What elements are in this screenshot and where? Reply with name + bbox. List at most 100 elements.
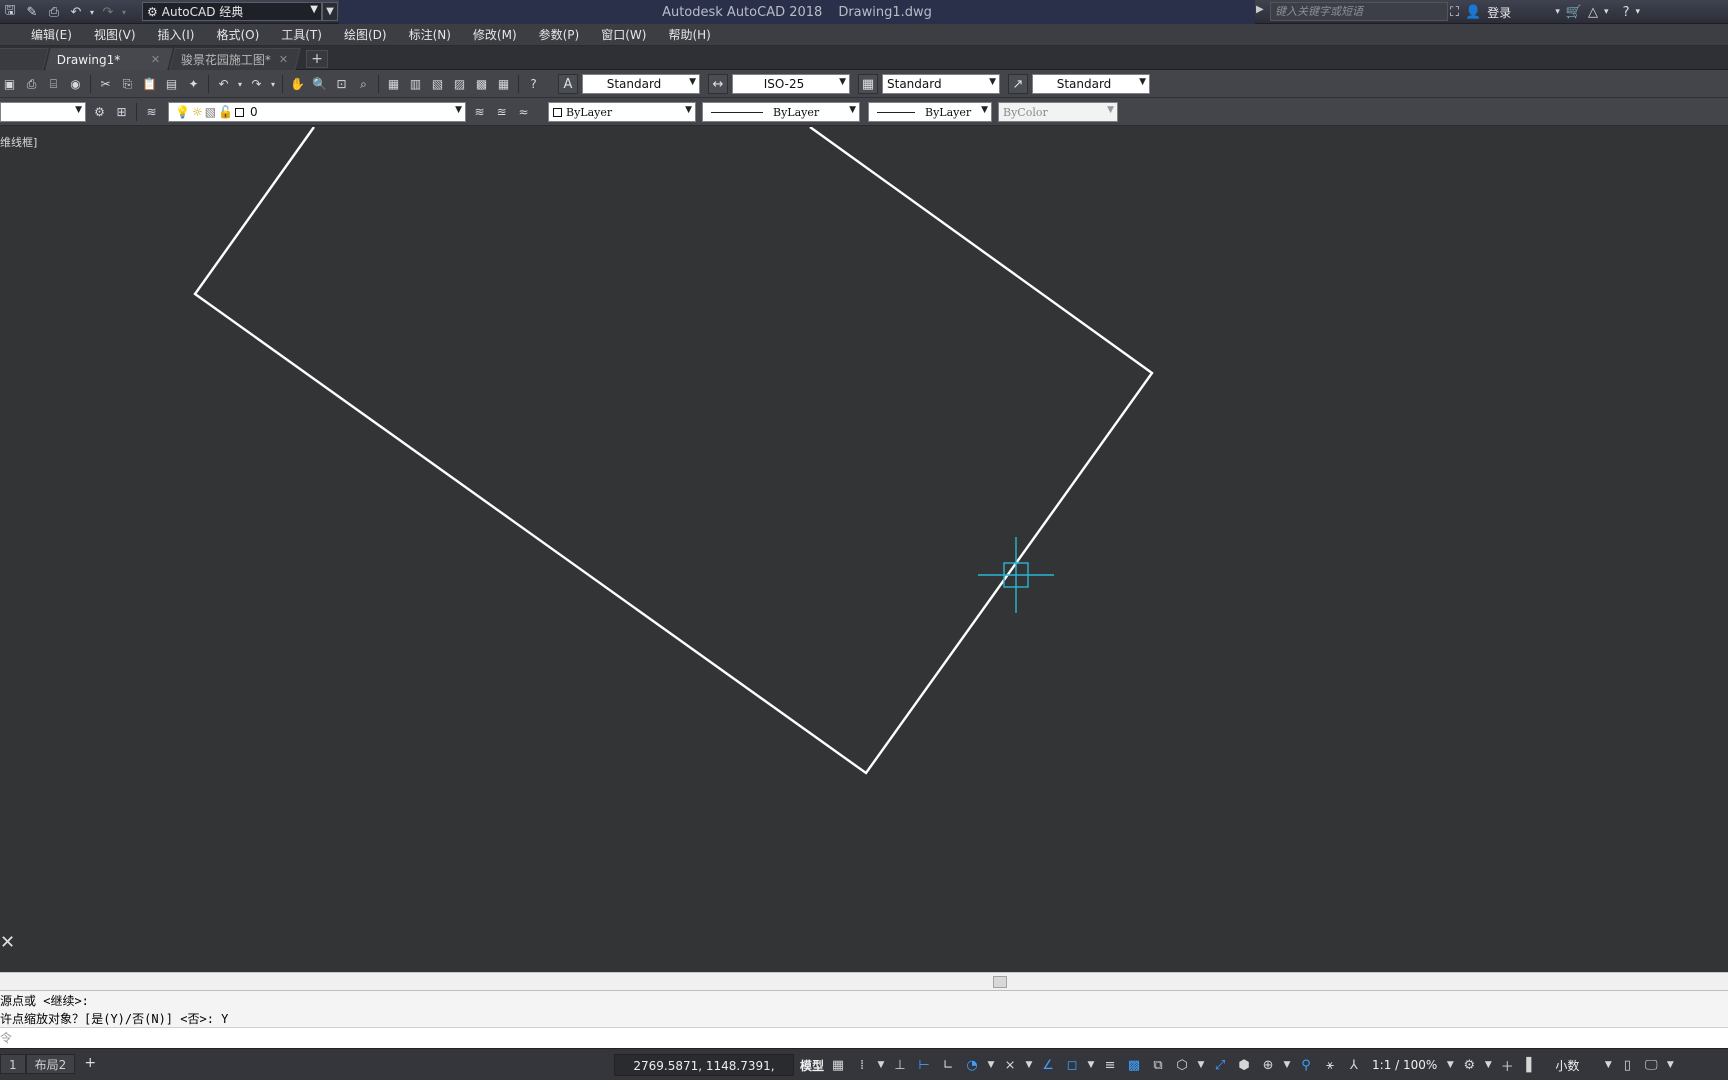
undo-dropdown-icon[interactable]: ▾ bbox=[88, 3, 96, 21]
tab-garden-drawing[interactable]: 骏景花园施工图* ✕ bbox=[169, 48, 301, 70]
osnap-dropdown-icon[interactable]: ▼ bbox=[1086, 1060, 1096, 1070]
dynamic-ucs-icon[interactable]: ⤢ bbox=[1210, 1058, 1230, 1073]
add-layout-button[interactable]: + bbox=[79, 1054, 101, 1074]
selection-filter-icon[interactable]: ⬢ bbox=[1234, 1058, 1254, 1073]
copy-icon[interactable]: ⎘ bbox=[118, 75, 137, 94]
selection-cycling-icon[interactable]: ⧉ bbox=[1148, 1058, 1168, 1073]
annotation-monitor-icon[interactable]: ＋ bbox=[1497, 1056, 1517, 1075]
workspace-select[interactable]: ⚙ AutoCAD 经典 ▼ bbox=[142, 2, 322, 21]
auto-scale-icon[interactable]: ⚹ bbox=[1320, 1058, 1340, 1073]
object-snap-icon[interactable]: ◻ bbox=[1062, 1058, 1082, 1073]
customize-qat-button[interactable]: ▼ bbox=[322, 2, 338, 21]
layer-state-icon[interactable]: ≈ bbox=[514, 103, 533, 122]
menu-draw[interactable]: 绘图(D) bbox=[333, 24, 398, 46]
dropdown-icon-2[interactable]: ▾ bbox=[1604, 7, 1609, 17]
binoculars-icon[interactable]: ⛶ bbox=[1450, 5, 1459, 20]
isometric-icon[interactable]: ⨯ bbox=[1000, 1058, 1020, 1073]
redo-dropdown-icon[interactable]: ▾ bbox=[269, 75, 277, 94]
lineweight-select[interactable]: ByLayer ▼ bbox=[868, 102, 992, 122]
snap-dropdown-icon[interactable]: ▼ bbox=[876, 1060, 886, 1070]
block-editor-icon[interactable]: ✦ bbox=[184, 75, 203, 94]
annotation-scale-icon[interactable]: ⅄ bbox=[1344, 1058, 1364, 1073]
quick-properties-icon[interactable]: ▯ bbox=[1617, 1058, 1637, 1073]
layer-properties-icon[interactable]: ≋ bbox=[142, 103, 161, 122]
drawing-canvas[interactable] bbox=[0, 127, 1728, 971]
object-snap-tracking-icon[interactable]: ∠ bbox=[1038, 1058, 1058, 1073]
annotation-scale-value[interactable]: 1:1 / 100% bbox=[1372, 1058, 1437, 1072]
scale-dropdown-icon[interactable]: ▼ bbox=[1445, 1060, 1455, 1070]
design-center-icon[interactable]: ▥ bbox=[406, 75, 425, 94]
calculator-icon[interactable]: ▦ bbox=[494, 75, 513, 94]
save-icon[interactable]: ▣ bbox=[0, 75, 19, 94]
redo-icon[interactable]: ↷ bbox=[98, 3, 118, 21]
cut-icon[interactable]: ✂ bbox=[96, 75, 115, 94]
command-input[interactable]: 令 bbox=[0, 1027, 1728, 1048]
match-properties-icon[interactable]: ▤ bbox=[162, 75, 181, 94]
menu-modify[interactable]: 修改(M) bbox=[462, 24, 528, 46]
linetype-select[interactable]: ByLayer ▼ bbox=[702, 102, 860, 122]
new-tab-button[interactable]: + bbox=[306, 50, 328, 68]
menu-format[interactable]: 格式(O) bbox=[205, 24, 270, 46]
3d-osnap-dropdown-icon[interactable]: ▼ bbox=[1196, 1060, 1206, 1070]
mleader-style-select[interactable]: Standard ▼ bbox=[1032, 74, 1150, 94]
undo-icon[interactable]: ↶ bbox=[214, 75, 233, 94]
tab-layout2[interactable]: 布局2 bbox=[25, 1054, 76, 1074]
zoom-realtime-icon[interactable]: 🔍 bbox=[310, 75, 329, 94]
text-style-select[interactable]: Standard ▼ bbox=[582, 74, 700, 94]
workspace-switch-icon[interactable]: ⚙ bbox=[1459, 1058, 1479, 1073]
tool-palettes-icon[interactable]: ▧ bbox=[428, 75, 447, 94]
undo-icon[interactable]: ↶ bbox=[66, 3, 86, 21]
print-icon[interactable]: ⎙ bbox=[44, 3, 64, 21]
units-value[interactable]: 小数 bbox=[1555, 1057, 1579, 1074]
sheet-set-icon[interactable]: ▨ bbox=[450, 75, 469, 94]
isometric-dropdown-icon[interactable]: ▼ bbox=[1024, 1060, 1034, 1070]
scrollbar-thumb[interactable] bbox=[993, 976, 1007, 988]
help-dropdown-icon[interactable]: ▾ bbox=[1635, 7, 1640, 17]
paste-icon[interactable]: 📋 bbox=[140, 75, 159, 94]
markup-icon[interactable]: ▩ bbox=[472, 75, 491, 94]
tab-layout1[interactable]: 1 bbox=[0, 1054, 26, 1074]
properties-icon[interactable]: ▦ bbox=[384, 75, 403, 94]
mleader-style-icon[interactable]: ↗ bbox=[1008, 74, 1028, 94]
gizmo-icon[interactable]: ⊕ bbox=[1258, 1058, 1278, 1073]
gizmo-dropdown-icon[interactable]: ▼ bbox=[1282, 1060, 1292, 1070]
dropdown-icon[interactable]: ▾ bbox=[1555, 7, 1560, 17]
menu-view[interactable]: 视图(V) bbox=[83, 24, 147, 46]
menu-parametric[interactable]: 参数(P) bbox=[528, 24, 591, 46]
polar-dropdown-icon[interactable]: ▼ bbox=[986, 1060, 996, 1070]
infer-constraints-icon[interactable]: ⊥ bbox=[890, 1058, 910, 1073]
plot-icon[interactable]: ⎙ bbox=[22, 75, 41, 94]
plot-preview-icon[interactable]: ⌸ bbox=[44, 75, 63, 94]
close-icon[interactable]: ✕ bbox=[279, 53, 288, 66]
grid-icon[interactable]: ▦ bbox=[828, 1058, 848, 1073]
rotated-rectangle[interactable] bbox=[193, 127, 1154, 775]
help-icon[interactable]: ? bbox=[524, 75, 543, 94]
help-icon[interactable]: ? bbox=[1623, 5, 1630, 20]
snap-icon[interactable]: ⁞ bbox=[852, 1058, 872, 1073]
menu-window[interactable]: 窗口(W) bbox=[590, 24, 657, 46]
dynamic-input-icon[interactable]: ⊢ bbox=[914, 1058, 934, 1073]
zoom-window-icon[interactable]: ⊡ bbox=[332, 75, 351, 94]
layer-previous-icon[interactable]: ≊ bbox=[492, 103, 511, 122]
model-space-button[interactable]: 模型 bbox=[800, 1057, 824, 1074]
save-icon[interactable]: 🖫 bbox=[0, 3, 20, 21]
menu-dimension[interactable]: 标注(N) bbox=[398, 24, 462, 46]
tab-drawing1[interactable]: Drawing1* ✕ bbox=[45, 48, 173, 70]
settings-icon[interactable]: ⚙ bbox=[90, 103, 109, 122]
dim-style-icon[interactable]: ↔ bbox=[708, 74, 728, 94]
clean-screen-icon[interactable]: 🖵 bbox=[1641, 1058, 1661, 1073]
lineweight-icon[interactable]: ≡ bbox=[1100, 1058, 1120, 1073]
make-current-icon[interactable]: ≋ bbox=[470, 103, 489, 122]
search-expand-icon[interactable]: ▶ bbox=[1256, 4, 1264, 15]
search-input[interactable]: 键入关键字或短语 bbox=[1270, 2, 1448, 21]
layer-select[interactable]: 💡 ☼ ▧ 🔓 0 ▼ bbox=[168, 102, 466, 122]
redo-dropdown-icon[interactable]: ▾ bbox=[120, 3, 128, 21]
undo-dropdown-icon[interactable]: ▾ bbox=[236, 75, 244, 94]
pan-icon[interactable]: ✋ bbox=[288, 75, 307, 94]
ortho-icon[interactable]: ∟ bbox=[938, 1058, 958, 1073]
zoom-previous-icon[interactable]: ⌕ bbox=[354, 75, 373, 94]
tab-start[interactable] bbox=[0, 48, 49, 70]
customize-dropdown-icon[interactable]: ▼ bbox=[1665, 1060, 1675, 1070]
publish-icon[interactable]: ◉ bbox=[66, 75, 85, 94]
login-button[interactable]: 登录 bbox=[1487, 4, 1511, 21]
